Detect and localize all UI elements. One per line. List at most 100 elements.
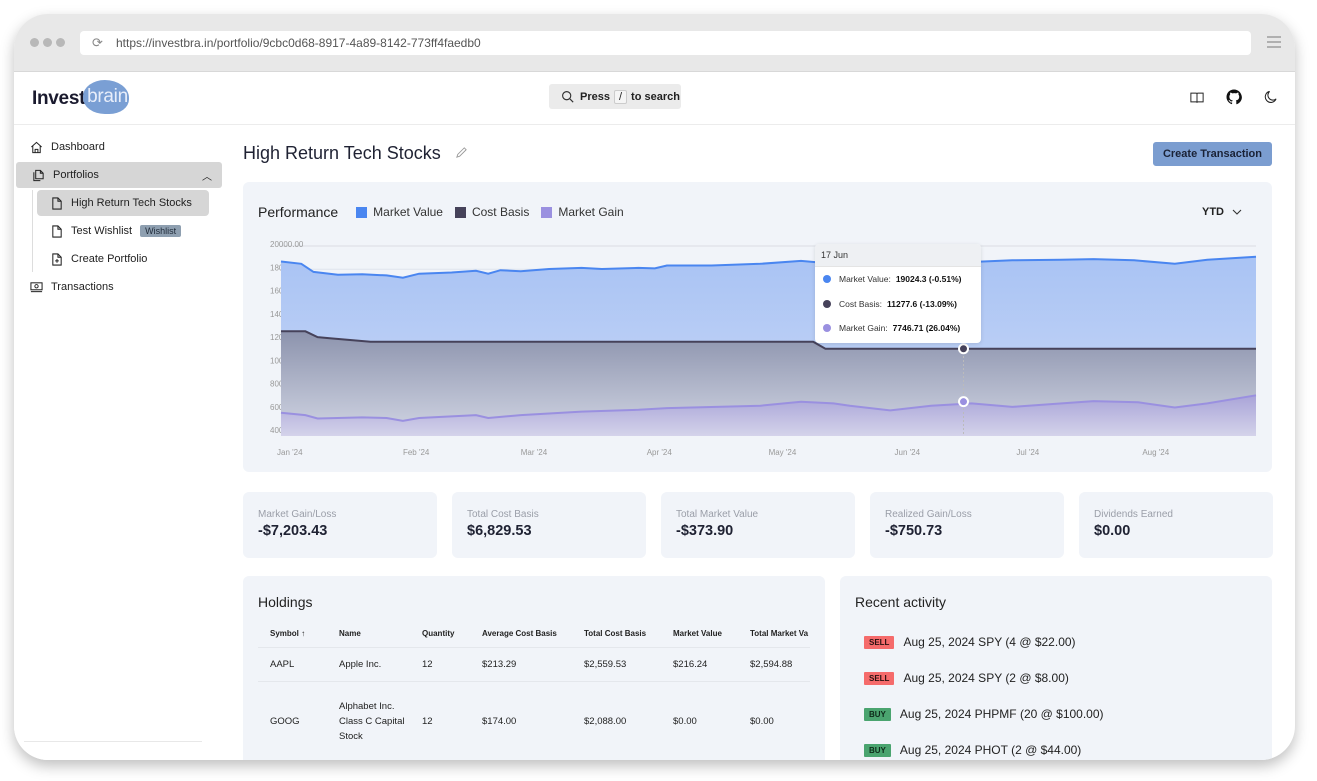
sell-badge: SELL [864, 635, 895, 649]
sidebar: Dashboard Portfolios ︿ High Return Tech … [14, 126, 224, 760]
sidebar-item-label: Transactions [51, 281, 114, 293]
col-total-market-value[interactable]: Total Market Va [738, 620, 810, 648]
chart-tooltip: 17 Jun Market Value: 19024.3 (-0.51%) Cos… [815, 244, 981, 343]
holdings-card: Holdings Symbol ↑ Name Quantity Average … [243, 576, 825, 760]
edit-pencil-icon[interactable] [455, 146, 468, 162]
col-total-cost-basis[interactable]: Total Cost Basis [572, 620, 661, 648]
performance-title: Performance [258, 204, 339, 220]
create-transaction-button[interactable]: Create Transaction [1152, 142, 1272, 166]
search-icon [562, 91, 574, 103]
list-item[interactable]: BUY Aug 25, 2024 PHOT (2 @ $44.00) [864, 732, 1104, 760]
table-row[interactable]: GOOG Alphabet Inc. Class C Capital Stock 1… [258, 681, 810, 760]
search-suffix: to search [631, 90, 680, 103]
sidebar-divider [24, 741, 202, 742]
col-avg-cost-basis[interactable]: Average Cost Basis [470, 620, 572, 648]
url-text: https://investbra.in/portfolio/9cbc0d68-… [116, 36, 481, 50]
reload-icon[interactable]: ⟳ [92, 36, 106, 50]
stats-row: Market Gain/Loss -$7,203.43 Total Cost Ba… [243, 492, 1273, 558]
chevron-down-icon [1232, 209, 1242, 215]
legend-market-gain[interactable]: Market Gain [541, 205, 624, 219]
holdings-title: Holdings [258, 594, 313, 610]
stat-market-gain-loss: Market Gain/Loss -$7,203.43 [243, 492, 437, 558]
moon-icon[interactable] [1264, 90, 1277, 104]
tooltip-row-cost-basis: Cost Basis: 11277.6 (-13.09%) [815, 292, 981, 317]
sidebar-item-label: Dashboard [51, 141, 105, 153]
browser-menu-icon[interactable] [1267, 36, 1281, 51]
page-title: High Return Tech Stocks [243, 143, 468, 164]
sidebar-item-dashboard[interactable]: Dashboard [14, 134, 224, 160]
logo[interactable]: Invest brain [32, 80, 132, 114]
x-tick-label: Mar '24 [521, 448, 548, 457]
sidebar-item-label: Create Portfolio [71, 253, 148, 265]
recent-activity-card: Recent activity SELL Aug 25, 2024 SPY (4 … [840, 576, 1272, 760]
book-icon[interactable] [1190, 91, 1204, 104]
home-icon [31, 141, 42, 153]
github-icon[interactable] [1226, 89, 1242, 105]
file-plus-icon [52, 252, 62, 266]
sidebar-item-portfolios[interactable]: Portfolios ︿ [16, 162, 222, 188]
sidebar-item-label: Test Wishlist [71, 225, 133, 237]
legend-market-value[interactable]: Market Value [356, 205, 443, 219]
buy-badge: BUY [864, 743, 891, 757]
x-tick-label: Jun '24 [895, 448, 921, 457]
sidebar-item-label: Portfolios [53, 169, 99, 181]
y-tick-label: 20000.00 [270, 240, 304, 249]
tooltip-date: 17 Jun [815, 244, 981, 267]
file-icon [52, 224, 62, 238]
documents-icon [33, 169, 44, 181]
stat-realized-gain-loss: Realized Gain/Loss -$750.73 [870, 492, 1064, 558]
wishlist-badge: Wishlist [140, 225, 182, 237]
search-button[interactable]: Press / to search [549, 84, 681, 109]
stat-total-market-value: Total Market Value -$373.90 [661, 492, 855, 558]
sidebar-item-high-return-tech-stocks[interactable]: High Return Tech Stocks [37, 190, 209, 216]
x-tick-label: Feb '24 [403, 448, 430, 457]
x-tick-label: Apr '24 [647, 448, 673, 457]
activity-list: SELL Aug 25, 2024 SPY (4 @ $22.00) SELL Au… [864, 624, 1104, 760]
x-tick-label: Aug '24 [1142, 448, 1169, 457]
range-select[interactable]: YTD [1202, 206, 1242, 218]
activity-title: Recent activity [855, 594, 947, 610]
x-tick-label: Jan '24 [277, 448, 303, 457]
x-tick-label: Jul '24 [1016, 448, 1039, 457]
hover-point-market-gain [958, 396, 969, 408]
app-header: Invest brain Press / to search [14, 72, 1295, 125]
address-bar[interactable]: ⟳ https://investbra.in/portfolio/9cbc0d6… [80, 31, 1251, 55]
list-item[interactable]: BUY Aug 25, 2024 PHPMF (20 @ $100.00) [864, 696, 1104, 732]
sidebar-item-label: High Return Tech Stocks [71, 197, 192, 209]
hover-point-cost-basis [958, 343, 969, 355]
list-item[interactable]: SELL Aug 25, 2024 SPY (4 @ $22.00) [864, 624, 1104, 660]
chevron-up-icon[interactable]: ︿ [202, 168, 212, 183]
buy-badge: BUY [864, 707, 891, 721]
performance-card: Performance Market Value Cost Basis Mark… [243, 182, 1272, 472]
sidebar-item-create-portfolio[interactable]: Create Portfolio [37, 246, 224, 272]
portfolio-submenu: High Return Tech Stocks Test Wishlist Wi… [32, 190, 224, 272]
search-shortcut-key: / [613, 89, 628, 104]
performance-chart[interactable]: 20000.0018000.0016000.0014000.0012000.00… [243, 234, 1272, 472]
window-controls[interactable] [30, 38, 65, 47]
col-market-value[interactable]: Market Value [661, 620, 738, 648]
range-value: YTD [1202, 206, 1224, 218]
col-name[interactable]: Name [327, 620, 410, 648]
holdings-table: Symbol ↑ Name Quantity Average Cost Basi… [258, 620, 810, 760]
sidebar-item-test-wishlist[interactable]: Test Wishlist Wishlist [37, 218, 224, 244]
x-tick-label: May '24 [769, 448, 797, 457]
main-content: High Return Tech Stocks Create Transacti… [243, 126, 1273, 760]
sell-badge: SELL [864, 671, 895, 685]
banknote-icon [30, 282, 43, 293]
col-symbol[interactable]: Symbol ↑ [258, 620, 327, 648]
file-icon [52, 196, 62, 210]
portfolio-title: High Return Tech Stocks [243, 143, 441, 163]
stat-dividends-earned: Dividends Earned $0.00 [1079, 492, 1273, 558]
browser-chrome: ⟳ https://investbra.in/portfolio/9cbc0d6… [14, 14, 1295, 72]
legend-cost-basis[interactable]: Cost Basis [454, 205, 529, 219]
browser-window: ⟳ https://investbra.in/portfolio/9cbc0d6… [14, 14, 1295, 760]
tooltip-row-market-value: Market Value: 19024.3 (-0.51%) [815, 267, 981, 292]
list-item[interactable]: SELL Aug 25, 2024 SPY (2 @ $8.00) [864, 660, 1104, 696]
table-row[interactable]: AAPL Apple Inc. 12 $213.29 $2,559.53 $216.24 $… [258, 647, 810, 682]
stat-total-cost-basis: Total Cost Basis $6,829.53 [452, 492, 646, 558]
col-quantity[interactable]: Quantity [410, 620, 470, 648]
brain-cloud-icon: brain [83, 80, 132, 114]
logo-text: Invest [32, 88, 86, 109]
sidebar-item-transactions[interactable]: Transactions [14, 274, 224, 300]
tooltip-row-market-gain: Market Gain: 7746.71 (26.04%) [815, 316, 981, 341]
